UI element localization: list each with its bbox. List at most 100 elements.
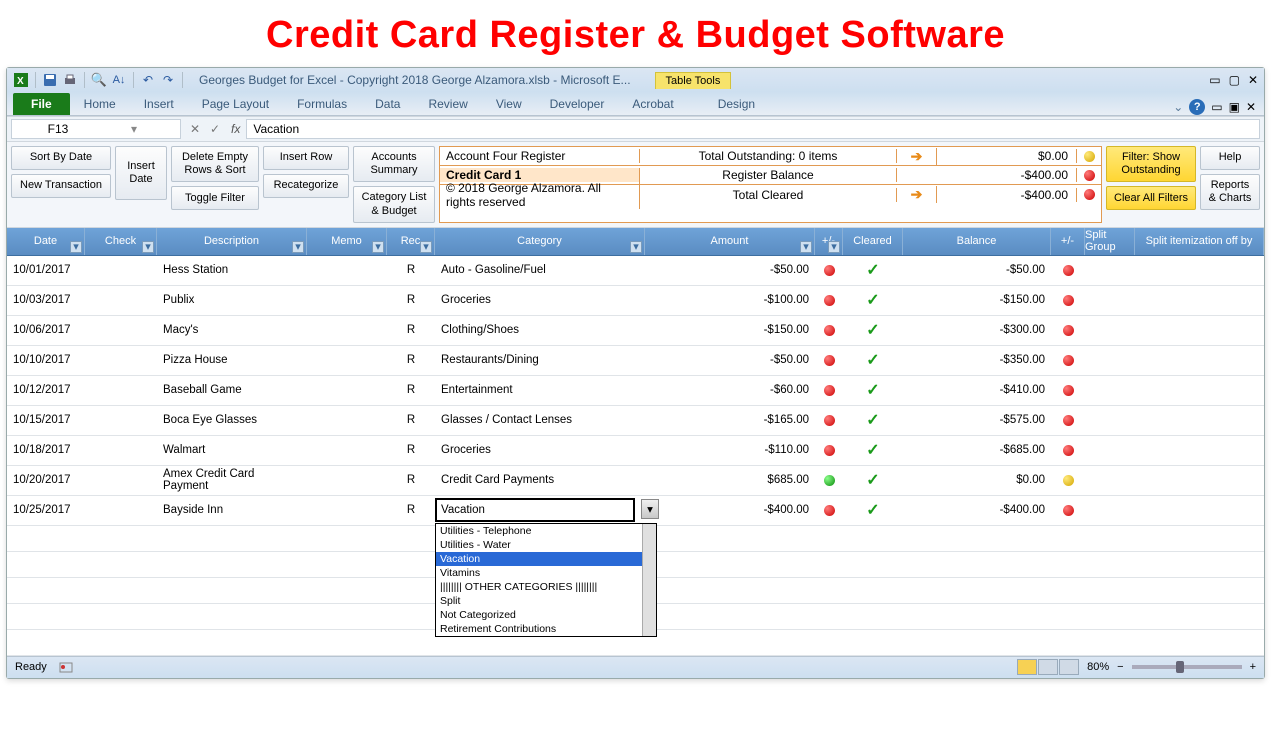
cell-check[interactable] xyxy=(85,436,157,465)
cell-balance[interactable]: -$350.00 xyxy=(903,346,1051,375)
cell-split-item[interactable] xyxy=(1135,376,1264,405)
tab-home[interactable]: Home xyxy=(70,93,130,115)
cell-amount[interactable]: $685.00 xyxy=(645,466,815,495)
filter-cat-icon[interactable]: ▾ xyxy=(630,241,642,253)
filter-date-icon[interactable]: ▾ xyxy=(70,241,82,253)
header-date[interactable]: Date xyxy=(34,235,57,247)
cell-memo[interactable] xyxy=(307,286,387,315)
cell-amount[interactable]: -$165.00 xyxy=(645,406,815,435)
cell-split-item[interactable] xyxy=(1135,286,1264,315)
cell-memo[interactable] xyxy=(307,436,387,465)
cell-description[interactable]: Walmart xyxy=(157,436,307,465)
cell-balance[interactable]: -$685.00 xyxy=(903,436,1051,465)
accept-formula-icon[interactable]: ✓ xyxy=(205,122,225,136)
cell-memo[interactable] xyxy=(307,376,387,405)
cell-split-item[interactable] xyxy=(1135,436,1264,465)
new-transaction-button[interactable]: New Transaction xyxy=(11,174,111,198)
cell-date[interactable]: 10/12/2017 xyxy=(7,376,85,405)
table-row[interactable]: 10/25/2017 Bayside Inn R Vacation ▾ Util… xyxy=(7,496,1264,526)
sort-icon[interactable]: A↓ xyxy=(111,72,127,88)
cell-check[interactable] xyxy=(85,466,157,495)
cell-amount[interactable]: -$60.00 xyxy=(645,376,815,405)
cell-balance[interactable]: -$150.00 xyxy=(903,286,1051,315)
cell-rec[interactable]: R xyxy=(387,316,435,345)
cell-date[interactable]: 10/03/2017 xyxy=(7,286,85,315)
cell-rec[interactable]: R xyxy=(387,256,435,285)
cell-split-item[interactable] xyxy=(1135,316,1264,345)
cell-description[interactable]: Baseball Game xyxy=(157,376,307,405)
print-icon[interactable] xyxy=(62,72,78,88)
header-cleared[interactable]: Cleared xyxy=(853,235,892,247)
table-row[interactable]: 10/03/2017 Publix R Groceries -$100.00 ✓… xyxy=(7,286,1264,316)
table-row[interactable]: 10/18/2017 Walmart R Groceries -$110.00 … xyxy=(7,436,1264,466)
cell-cleared[interactable]: ✓ xyxy=(843,466,903,495)
insert-date-button[interactable]: Insert Date xyxy=(115,146,167,200)
dropdown-option[interactable]: Not Categorized xyxy=(436,608,656,622)
undo-icon[interactable]: ↶ xyxy=(140,72,156,88)
filter-outstanding-button[interactable]: Filter: Show Outstanding xyxy=(1106,146,1196,182)
cell-category[interactable]: Entertainment xyxy=(435,376,645,405)
cell-balance[interactable]: -$300.00 xyxy=(903,316,1051,345)
close-icon[interactable]: ✕ xyxy=(1248,73,1258,87)
delete-empty-rows-button[interactable]: Delete Empty Rows & Sort xyxy=(171,146,259,182)
table-row[interactable]: 10/06/2017 Macy's R Clothing/Shoes -$150… xyxy=(7,316,1264,346)
cell-rec[interactable]: R xyxy=(387,406,435,435)
header-check[interactable]: Check xyxy=(105,235,136,247)
cell-rec[interactable]: R xyxy=(387,376,435,405)
filter-memo-icon[interactable]: ▾ xyxy=(372,241,384,253)
normal-view-button[interactable] xyxy=(1017,659,1037,675)
cell-split-item[interactable] xyxy=(1135,406,1264,435)
dropdown-option[interactable]: Vitamins xyxy=(436,566,656,580)
cell-description[interactable]: Macy's xyxy=(157,316,307,345)
cell-amount[interactable]: -$100.00 xyxy=(645,286,815,315)
header-amount[interactable]: Amount xyxy=(711,235,749,247)
dropdown-option[interactable]: Retirement Contributions xyxy=(436,622,656,636)
filter-amt-icon[interactable]: ▾ xyxy=(800,241,812,253)
tab-design[interactable]: Design xyxy=(704,93,769,115)
help-icon[interactable]: ? xyxy=(1189,99,1205,115)
cell-rec[interactable]: R xyxy=(387,436,435,465)
cell-check[interactable] xyxy=(85,346,157,375)
cell-split-group[interactable] xyxy=(1085,406,1135,435)
dropdown-option[interactable]: |||||||| OTHER CATEGORIES |||||||| xyxy=(436,580,656,594)
cell-balance[interactable]: -$400.00 xyxy=(903,496,1051,525)
cell-amount[interactable]: -$150.00 xyxy=(645,316,815,345)
tab-insert[interactable]: Insert xyxy=(130,93,188,115)
ribbon-minimize-icon[interactable]: ⌄ xyxy=(1173,100,1183,114)
accounts-summary-button[interactable]: Accounts Summary xyxy=(353,146,435,182)
tab-acrobat[interactable]: Acrobat xyxy=(618,93,687,115)
cell-check[interactable] xyxy=(85,286,157,315)
cell-description[interactable]: Pizza House xyxy=(157,346,307,375)
cell-check[interactable] xyxy=(85,256,157,285)
page-break-view-button[interactable] xyxy=(1059,659,1079,675)
cell-amount[interactable]: -$50.00 xyxy=(645,256,815,285)
cell-split-group[interactable] xyxy=(1085,376,1135,405)
reports-button[interactable]: Reports & Charts xyxy=(1200,174,1260,210)
table-row[interactable]: 10/12/2017 Baseball Game R Entertainment… xyxy=(7,376,1264,406)
cancel-formula-icon[interactable]: ✕ xyxy=(185,122,205,136)
tab-file[interactable]: File xyxy=(13,93,70,115)
cell-category[interactable]: Auto - Gasoline/Fuel xyxy=(435,256,645,285)
minimize-icon[interactable]: ▭ xyxy=(1209,73,1220,87)
formula-input[interactable]: Vacation xyxy=(246,119,1260,139)
filter-pm-icon[interactable]: ▾ xyxy=(828,241,840,253)
cell-cleared[interactable]: ✓ xyxy=(843,496,903,525)
cell-rec[interactable]: R xyxy=(387,496,435,525)
cell-rec[interactable]: R xyxy=(387,286,435,315)
cell-description[interactable]: Amex Credit Card Payment xyxy=(157,466,307,495)
tab-formulas[interactable]: Formulas xyxy=(283,93,361,115)
zoom-slider[interactable] xyxy=(1132,665,1242,669)
page-layout-view-button[interactable] xyxy=(1038,659,1058,675)
table-row[interactable]: 10/20/2017 Amex Credit Card Payment R Cr… xyxy=(7,466,1264,496)
cell-cleared[interactable]: ✓ xyxy=(843,316,903,345)
cell-amount[interactable]: -$400.00 xyxy=(645,496,815,525)
cell-split-group[interactable] xyxy=(1085,316,1135,345)
cell-split-item[interactable] xyxy=(1135,466,1264,495)
cell-memo[interactable] xyxy=(307,496,387,525)
help-button[interactable]: Help xyxy=(1200,146,1260,170)
header-memo[interactable]: Memo xyxy=(331,235,362,247)
dropdown-option[interactable]: Split xyxy=(436,594,656,608)
tab-page-layout[interactable]: Page Layout xyxy=(188,93,283,115)
cell-category[interactable]: Groceries xyxy=(435,436,645,465)
header-balance[interactable]: Balance xyxy=(957,235,997,247)
